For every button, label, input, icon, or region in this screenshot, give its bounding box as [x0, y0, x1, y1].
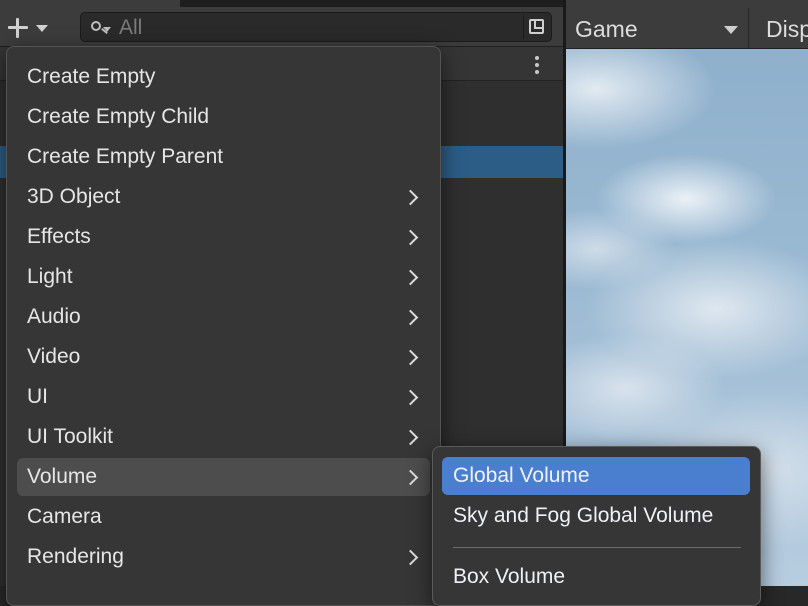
menu-item-label: Create Empty Parent: [27, 145, 224, 168]
volume-submenu: Global Volume Sky and Fog Global Volume …: [432, 446, 761, 606]
submenu-item-global-volume[interactable]: Global Volume: [442, 457, 750, 495]
menu-item-volume[interactable]: Volume: [17, 458, 430, 496]
menu-item-video[interactable]: Video: [17, 338, 430, 376]
submenu-item-box-volume[interactable]: Box Volume: [442, 558, 750, 596]
menu-item-label: UI Toolkit: [27, 425, 113, 448]
menu-item-label: Light: [27, 265, 73, 288]
submenu-divider: [453, 547, 741, 548]
scene-picker-icon[interactable]: [523, 15, 549, 39]
display-selector[interactable]: Disp: [766, 16, 808, 43]
chevron-right-icon: [402, 389, 419, 406]
menu-item-light[interactable]: Light: [17, 258, 430, 296]
game-view-dropdown[interactable]: Game: [566, 10, 744, 46]
menu-item-ui-toolkit[interactable]: UI Toolkit: [17, 418, 430, 456]
kebab-menu-icon[interactable]: [532, 54, 542, 76]
menu-item-create-empty[interactable]: Create Empty: [17, 58, 430, 96]
menu-item-create-empty-child[interactable]: Create Empty Child: [17, 98, 430, 136]
search-icon[interactable]: [91, 21, 101, 31]
header-separator: [748, 8, 749, 48]
chevron-right-icon: [402, 549, 419, 566]
menu-item-label: Effects: [27, 225, 91, 248]
menu-item-rendering[interactable]: Rendering: [17, 538, 430, 576]
menu-item-3d-object[interactable]: 3D Object: [17, 178, 430, 216]
chevron-right-icon: [402, 189, 419, 206]
menu-item-label: Video: [27, 345, 81, 368]
menu-item-label: Create Empty Child: [27, 105, 210, 128]
menu-item-camera[interactable]: Camera: [17, 498, 430, 536]
menu-item-label: Audio: [27, 305, 81, 328]
menu-item-label: UI: [27, 385, 48, 408]
hierarchy-toolbar: [0, 0, 563, 47]
chevron-right-icon: [402, 309, 419, 326]
chevron-right-icon: [402, 229, 419, 246]
hierarchy-search-box[interactable]: [80, 12, 552, 42]
menu-item-label: Create Empty: [27, 65, 156, 88]
menu-item-create-empty-parent[interactable]: Create Empty Parent: [17, 138, 430, 176]
chevron-down-icon: [724, 26, 738, 34]
menu-item-audio[interactable]: Audio: [17, 298, 430, 336]
chevron-right-icon: [402, 349, 419, 366]
menu-item-label: Rendering: [27, 545, 124, 568]
menu-item-label: Volume: [27, 465, 98, 488]
caret-down-icon: [36, 24, 48, 32]
menu-item-ui[interactable]: UI: [17, 378, 430, 416]
menu-item-label: Camera: [27, 505, 102, 528]
add-object-button[interactable]: [6, 14, 58, 42]
submenu-item-label: Sky and Fog Global Volume: [453, 504, 714, 527]
game-tab-label: Game: [575, 16, 638, 42]
create-context-menu: Create Empty Create Empty Child Create E…: [6, 46, 441, 606]
menu-item-effects[interactable]: Effects: [17, 218, 430, 256]
plus-icon: [6, 16, 30, 40]
chevron-right-icon: [402, 429, 419, 446]
submenu-item-label: Box Volume: [453, 565, 566, 588]
submenu-item-label: Global Volume: [453, 464, 590, 487]
menu-item-label: 3D Object: [27, 185, 121, 208]
hierarchy-search-input[interactable]: [117, 16, 521, 40]
search-filter-caret-icon[interactable]: [103, 27, 111, 32]
submenu-item-sky-and-fog-global-volume[interactable]: Sky and Fog Global Volume: [442, 497, 750, 535]
chevron-right-icon: [402, 269, 419, 286]
chevron-right-icon: [402, 469, 419, 486]
